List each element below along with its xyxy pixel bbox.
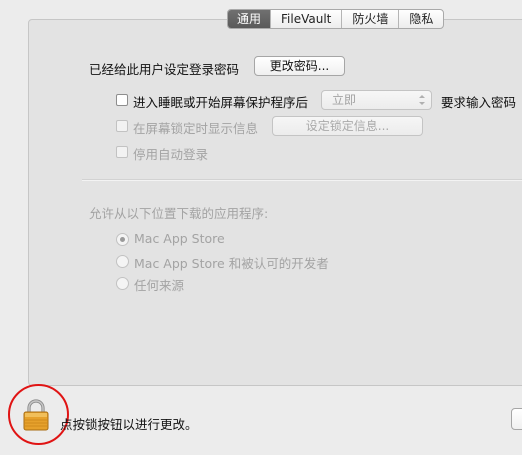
- downloads-heading: 允许从以下位置下载的应用程序:: [89, 206, 269, 221]
- show-message-checkbox[interactable]: [116, 120, 128, 132]
- show-message-label: 在屏幕锁定时显示信息: [133, 121, 259, 136]
- tab-privacy[interactable]: 隐私: [398, 10, 443, 28]
- radio-identified-developers[interactable]: [116, 255, 129, 268]
- radio-anywhere-label: 任何来源: [134, 278, 185, 293]
- tab-bar: 通用 FileVault 防火墙 隐私: [227, 9, 445, 29]
- radio-mac-app-store-label: Mac App Store: [134, 231, 225, 246]
- tab-firewall[interactable]: 防火墙: [341, 10, 398, 28]
- require-password-checkbox[interactable]: [116, 94, 128, 106]
- require-password-label: 进入睡眠或开始屏幕保护程序后: [133, 95, 309, 110]
- advanced-button[interactable]: [511, 408, 522, 430]
- password-set-label: 已经给此用户设定登录密码: [89, 62, 240, 77]
- tab-general[interactable]: 通用: [228, 10, 271, 28]
- radio-selected-dot: [120, 237, 125, 242]
- change-password-button[interactable]: 更改密码...: [254, 56, 345, 76]
- disable-autologin-label: 停用自动登录: [133, 147, 209, 162]
- tab-filevault[interactable]: FileVault: [270, 10, 341, 28]
- select-arrows-icon: [419, 95, 425, 105]
- section-divider: [82, 179, 522, 181]
- disable-autologin-checkbox[interactable]: [116, 146, 128, 158]
- require-password-suffix: 要求输入密码: [441, 95, 517, 110]
- radio-anywhere[interactable]: [116, 277, 129, 290]
- radio-identified-developers-label: Mac App Store 和被认可的开发者: [134, 256, 329, 271]
- set-lock-message-button[interactable]: 设定锁定信息...: [272, 116, 423, 136]
- security-privacy-pane: 通用 FileVault 防火墙 隐私 已经给此用户设定登录密码 更改密码...…: [0, 0, 522, 455]
- require-password-delay-select[interactable]: 立即: [321, 90, 432, 110]
- lock-message: 点按锁按钮以进行更改。: [60, 417, 198, 432]
- require-password-delay-value: 立即: [332, 93, 357, 107]
- radio-mac-app-store[interactable]: [116, 233, 129, 246]
